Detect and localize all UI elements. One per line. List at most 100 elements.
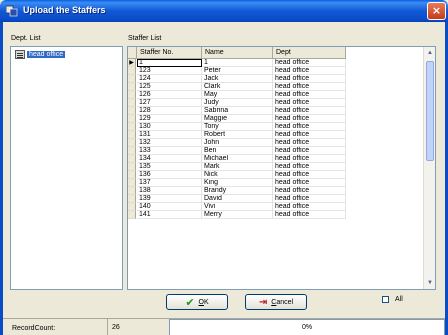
table-row[interactable]: 123 Peter head office (128, 67, 346, 75)
column-header-staffer-no[interactable]: Staffer No. (137, 47, 202, 59)
cell-dept[interactable]: head office (273, 163, 346, 171)
dept-tree[interactable]: head office (10, 46, 123, 290)
cell-staffer-no[interactable]: 124 (137, 75, 202, 83)
scroll-down-icon[interactable]: ▼ (424, 277, 435, 289)
cell-name[interactable]: Peter (202, 67, 273, 75)
cell-staffer-no[interactable]: 137 (137, 179, 202, 187)
table-row[interactable]: ▶ 1 1 head office (128, 59, 346, 67)
cell-dept[interactable]: head office (273, 59, 346, 67)
cell-dept[interactable]: head office (273, 179, 346, 187)
scroll-thumb[interactable] (426, 61, 434, 161)
window-frame-left (0, 22, 3, 335)
cell-name[interactable]: Jack (202, 75, 273, 83)
cell-dept[interactable]: head office (273, 187, 346, 195)
cell-name[interactable]: Robert (202, 131, 273, 139)
cell-staffer-no[interactable]: 131 (137, 131, 202, 139)
table-row[interactable]: 135 Mark head office (128, 163, 346, 171)
cell-name[interactable]: 1 (202, 59, 273, 67)
cell-name[interactable]: Judy (202, 99, 273, 107)
cell-name[interactable]: David (202, 195, 273, 203)
cell-staffer-no[interactable]: 128 (137, 107, 202, 115)
cell-name[interactable]: Vivi (202, 203, 273, 211)
staffer-grid[interactable]: Staffer No. Name Dept ▶ 1 1 head office 123… (127, 46, 436, 290)
cell-dept[interactable]: head office (273, 99, 346, 107)
table-row[interactable]: 131 Robert head office (128, 131, 346, 139)
cell-dept[interactable]: head office (273, 67, 346, 75)
ok-button[interactable]: ✔ OK (166, 294, 228, 310)
cell-staffer-no[interactable]: 130 (137, 123, 202, 131)
table-row[interactable]: 139 David head office (128, 195, 346, 203)
cell-name[interactable]: Clark (202, 83, 273, 91)
close-button[interactable]: × (427, 2, 446, 20)
table-row[interactable]: 140 Vivi head office (128, 203, 346, 211)
cell-dept[interactable]: head office (273, 139, 346, 147)
cell-dept[interactable]: head office (273, 203, 346, 211)
table-row[interactable]: 129 Maggie head office (128, 115, 346, 123)
cell-name[interactable]: John (202, 139, 273, 147)
cell-dept[interactable]: head office (273, 131, 346, 139)
cell-dept[interactable]: head office (273, 155, 346, 163)
cell-staffer-no[interactable]: 125 (137, 83, 202, 91)
cell-staffer-no[interactable]: 134 (137, 155, 202, 163)
cell-name[interactable]: Michael (202, 155, 273, 163)
table-row[interactable]: 130 Tony head office (128, 123, 346, 131)
table-row[interactable]: 141 Merry head office (128, 211, 346, 219)
table-row[interactable]: 136 Nick head office (128, 171, 346, 179)
table-row[interactable]: 138 Brandy head office (128, 187, 346, 195)
cell-dept[interactable]: head office (273, 211, 346, 219)
table-row[interactable]: 133 Ben head office (128, 147, 346, 155)
table-row[interactable]: 127 Judy head office (128, 99, 346, 107)
cell-dept[interactable]: head office (273, 91, 346, 99)
table-row[interactable]: 134 Michael head office (128, 155, 346, 163)
table-row[interactable]: 126 May head office (128, 91, 346, 99)
cell-staffer-no[interactable]: 135 (137, 163, 202, 171)
cell-staffer-no[interactable]: 136 (137, 171, 202, 179)
cell-staffer-no[interactable]: 138 (137, 187, 202, 195)
cell-staffer-no[interactable]: 127 (137, 99, 202, 107)
column-header-name[interactable]: Name (202, 47, 273, 59)
cell-name[interactable]: Sabrina (202, 107, 273, 115)
cell-name[interactable]: Mark (202, 163, 273, 171)
cell-staffer-no[interactable]: 141 (137, 211, 202, 219)
row-indicator (128, 99, 136, 107)
vertical-scrollbar[interactable]: ▲ ▼ (423, 47, 435, 289)
row-indicator (128, 187, 136, 195)
cell-staffer-no[interactable]: 140 (137, 203, 202, 211)
cancel-button[interactable]: ⇥ Cancel (245, 294, 307, 310)
cell-name[interactable]: Brandy (202, 187, 273, 195)
cell-dept[interactable]: head office (273, 75, 346, 83)
cell-name[interactable]: Nick (202, 171, 273, 179)
cell-name[interactable]: Merry (202, 211, 273, 219)
cell-name[interactable]: Maggie (202, 115, 273, 123)
cell-name[interactable]: Tony (202, 123, 273, 131)
cell-dept[interactable]: head office (273, 123, 346, 131)
cell-staffer-no[interactable]: 123 (137, 67, 202, 75)
cell-staffer-no[interactable]: 132 (137, 139, 202, 147)
cell-name[interactable]: King (202, 179, 273, 187)
dept-item[interactable]: head office (15, 50, 66, 59)
cell-name[interactable]: May (202, 91, 273, 99)
cell-dept[interactable]: head office (273, 83, 346, 91)
cell-staffer-no[interactable]: 126 (137, 91, 202, 99)
cell-staffer-no[interactable]: 139 (137, 195, 202, 203)
all-checkbox-box[interactable] (382, 296, 389, 303)
scroll-up-icon[interactable]: ▲ (424, 47, 435, 59)
cell-staffer-no[interactable]: 129 (137, 115, 202, 123)
cell-dept[interactable]: head office (273, 147, 346, 155)
cell-staffer-no[interactable]: 133 (137, 147, 202, 155)
row-indicator (128, 203, 136, 211)
title-bar[interactable]: Upload the Staffers × (0, 0, 448, 22)
table-row[interactable]: 137 King head office (128, 179, 346, 187)
cell-dept[interactable]: head office (273, 115, 346, 123)
cell-name[interactable]: Ben (202, 147, 273, 155)
all-checkbox[interactable]: All (382, 296, 403, 303)
table-row[interactable]: 132 John head office (128, 139, 346, 147)
table-row[interactable]: 125 Clark head office (128, 83, 346, 91)
cell-dept[interactable]: head office (273, 171, 346, 179)
cell-staffer-no[interactable]: 1 (137, 59, 202, 67)
column-header-dept[interactable]: Dept (273, 47, 346, 59)
cell-dept[interactable]: head office (273, 107, 346, 115)
cell-dept[interactable]: head office (273, 195, 346, 203)
table-row[interactable]: 128 Sabrina head office (128, 107, 346, 115)
table-row[interactable]: 124 Jack head office (128, 75, 346, 83)
